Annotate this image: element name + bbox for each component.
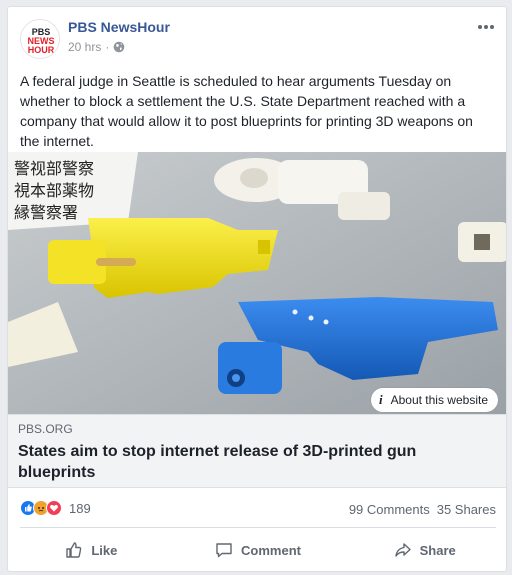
- comment-label: Comment: [241, 542, 301, 558]
- svg-text:縁警察署: 縁警察署: [14, 203, 78, 222]
- more-options-icon[interactable]: [476, 21, 496, 33]
- reaction-count: 189: [69, 500, 91, 516]
- thumbs-up-icon: [66, 542, 82, 558]
- page-avatar[interactable]: PBS NEWS HOUR: [20, 19, 60, 59]
- about-website-button[interactable]: i About this website: [370, 388, 498, 412]
- link-preview-image[interactable]: 警视部警察 視本部薬物 縁警察署 i About this website: [8, 152, 506, 414]
- reactions-summary[interactable]: 189: [20, 500, 91, 516]
- post-actions: Like Comment Share: [8, 534, 506, 566]
- page-name-link[interactable]: PBS NewsHour: [68, 19, 170, 35]
- post-header: PBS NEWS HOUR PBS NewsHour 20 hrs ·: [8, 7, 506, 69]
- link-domain: PBS.ORG: [18, 422, 73, 436]
- engagement-counts: 99 Comments 35 Shares: [349, 502, 496, 517]
- about-website-label: About this website: [390, 393, 488, 407]
- svg-text:HOUR: HOUR: [28, 45, 55, 55]
- comment-icon: [216, 543, 232, 558]
- actions-divider: [20, 527, 496, 528]
- svg-text:視本部薬物: 視本部薬物: [14, 181, 94, 200]
- love-icon: [46, 500, 62, 516]
- globe-icon: [114, 41, 125, 53]
- share-label: Share: [419, 542, 456, 558]
- post-stats: 189 99 Comments 35 Shares: [8, 494, 506, 524]
- share-arrow-icon: [394, 543, 411, 557]
- like-button[interactable]: Like: [8, 534, 175, 566]
- 3d-printed-guns-photo: 警视部警察 視本部薬物 縁警察署: [8, 152, 506, 414]
- post-meta: 20 hrs ·: [68, 40, 125, 54]
- post-text: A federal judge in Seattle is scheduled …: [20, 73, 473, 149]
- comments-count-link[interactable]: 99 Comments: [349, 502, 430, 517]
- like-label: Like: [91, 542, 118, 558]
- svg-text:警视部警察: 警视部警察: [14, 159, 94, 178]
- post-time[interactable]: 20 hrs: [68, 40, 101, 54]
- link-preview-caption[interactable]: PBS.ORG States aim to stop internet rele…: [8, 414, 506, 488]
- link-headline[interactable]: States aim to stop internet release of 3…: [18, 441, 488, 483]
- meta-separator: ·: [105, 40, 110, 54]
- share-button[interactable]: Share: [341, 534, 506, 566]
- post-card: PBS NEWS HOUR PBS NewsHour 20 hrs · A fe…: [7, 6, 507, 572]
- comment-button[interactable]: Comment: [175, 534, 342, 566]
- pbs-logo-icon: PBS NEWS HOUR: [21, 20, 59, 58]
- shares-count-link[interactable]: 35 Shares: [437, 502, 496, 517]
- info-icon: i: [378, 392, 383, 407]
